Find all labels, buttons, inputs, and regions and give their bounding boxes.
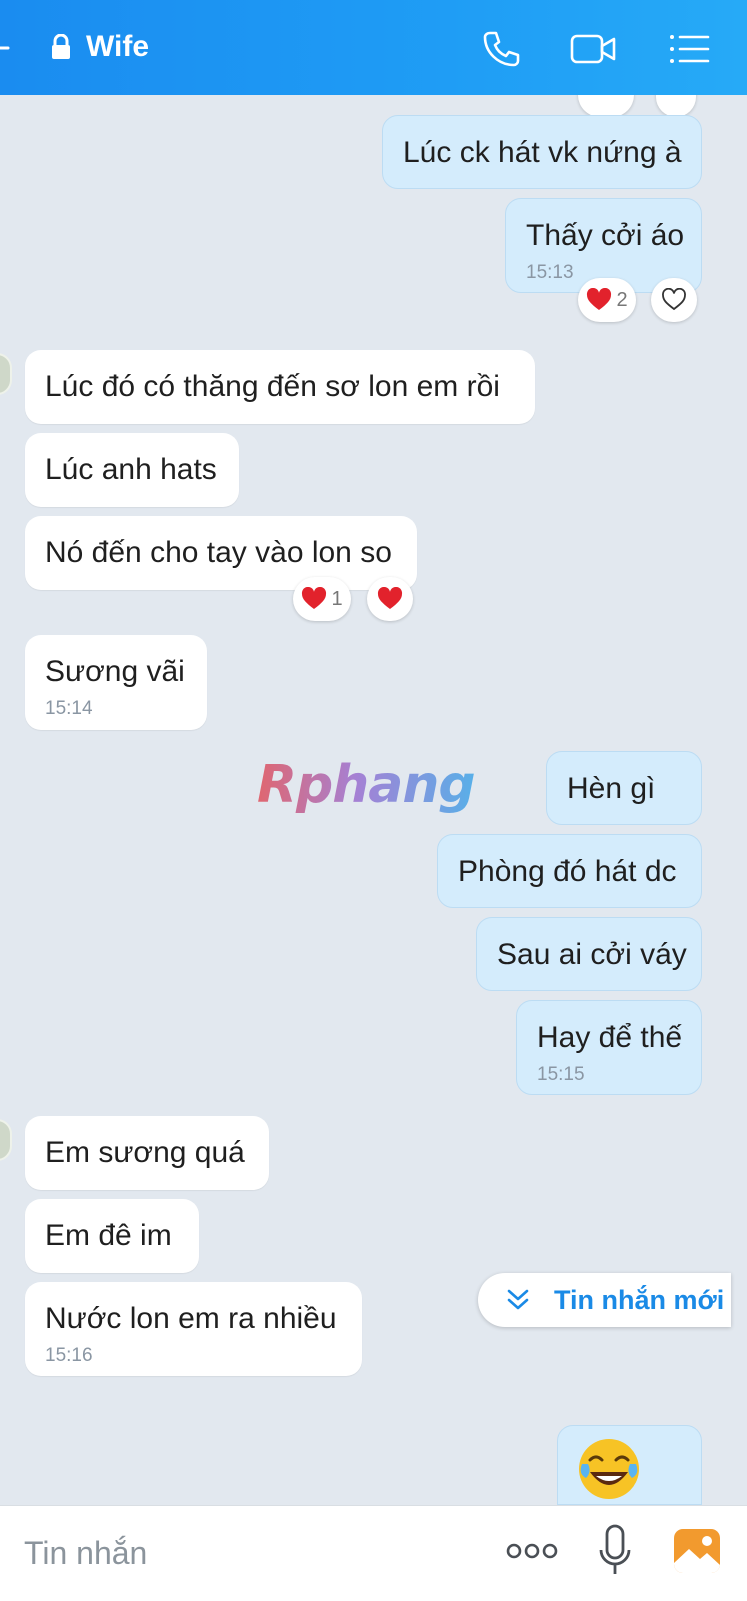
reaction-summary-badge[interactable]: 2 [578,278,636,322]
message-input[interactable] [22,1526,476,1580]
message-bubble-outgoing[interactable]: Hèn gì [546,751,702,825]
message-bubble-incoming[interactable]: Nó đến cho tay vào lon so [25,516,417,590]
watermark-logo: Rphang [257,755,477,815]
message-text: Sau ai cởi váy [497,938,687,971]
reaction-summary-badge[interactable]: 1 [293,577,351,621]
message-bubble-incoming[interactable]: Sương vãi 15:14 [25,635,207,730]
message-composer [0,1505,747,1601]
back-arrow-icon[interactable] [0,38,12,58]
message-text: Em đê im [45,1219,172,1252]
video-call-button[interactable] [568,24,618,74]
lock-icon [52,34,70,59]
reaction-button-partial[interactable] [656,95,696,117]
double-chevron-down-icon [507,1289,529,1310]
message-text: Lúc anh hats [45,453,217,486]
message-bubble-outgoing[interactable]: Hay để thế 15:15 [516,1000,702,1095]
message-time: 15:15 [537,1064,585,1085]
message-text: Thấy cởi áo [526,219,685,252]
message-bubble-outgoing[interactable]: Lúc ck hát vk nứng à [382,115,702,189]
message-bubble-outgoing[interactable]: Phòng đó hát dc [437,834,702,908]
new-messages-label: Tin nhắn mới [554,1285,725,1315]
chat-messages[interactable]: Lúc ck hát vk nứng à Thấy cởi áo 15:13 2… [0,95,747,1505]
message-bubble-incoming[interactable]: Lúc đó có thăng đến sơ lon em rồi [25,350,535,424]
new-messages-button[interactable]: Tin nhắn mới [478,1273,731,1327]
reaction-count: 1 [331,587,343,610]
contact-name[interactable]: Wife [86,30,149,64]
contact-avatar[interactable] [0,1119,12,1161]
message-text: Nước lon em ra nhiều [45,1302,337,1335]
contact-avatar[interactable] [0,353,12,395]
heart-icon [302,587,327,609]
heart-icon [587,288,612,310]
sticker-icon[interactable] [0,1531,8,1573]
message-text: Sương vãi [45,655,185,688]
react-button[interactable] [651,278,697,322]
message-time: 15:14 [45,698,93,719]
message-text: Nó đến cho tay vào lon so [45,536,392,569]
message-bubble-outgoing-emoji[interactable] [557,1425,702,1505]
gallery-image-icon[interactable] [672,1527,722,1575]
tears-of-joy-emoji-icon [579,1439,639,1499]
message-bubble-incoming[interactable]: Em đê im [25,1199,199,1273]
message-text: Lúc ck hát vk nứng à [403,136,682,169]
message-text: Hay để thế [537,1021,683,1054]
chat-header: Wife [0,0,747,95]
message-text: Hèn gì [567,772,656,805]
phone-icon [483,31,520,67]
message-bubble-incoming[interactable]: Em sương quá [25,1116,269,1190]
message-time: 15:16 [45,1345,93,1366]
phone-call-button[interactable] [476,24,526,74]
reaction-count: 2 [616,288,628,311]
message-bubble-incoming[interactable]: Lúc anh hats [25,433,239,507]
message-bubble-outgoing[interactable]: Sau ai cởi váy [476,917,702,991]
more-options-icon[interactable] [505,1536,559,1566]
heart-icon [377,587,403,609]
message-time: 15:13 [526,262,574,283]
message-text: Lúc đó có thăng đến sơ lon em rồi [45,370,500,403]
message-text: Phòng đó hát dc [458,855,677,888]
menu-list-icon [670,35,710,63]
message-bubble-incoming[interactable]: Nước lon em ra nhiều 15:16 [25,1282,362,1376]
react-button[interactable] [367,577,413,621]
menu-button[interactable] [664,24,714,74]
video-call-icon [570,34,616,64]
message-text: Em sương quá [45,1136,245,1169]
microphone-icon[interactable] [598,1524,632,1578]
reaction-badge-partial [578,95,634,117]
heart-outline-icon [662,288,686,311]
